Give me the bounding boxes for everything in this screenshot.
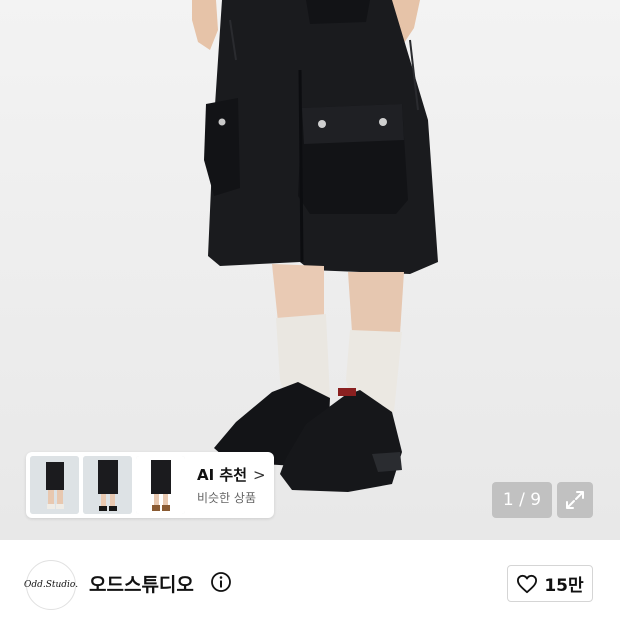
product-image-gallery[interactable]: AI 추천 > 비슷한 상품 1 / 9 [0, 0, 620, 540]
ai-recommend-title-row[interactable]: AI 추천 > [197, 464, 266, 485]
ai-recommend-subtitle: 비슷한 상품 [197, 491, 257, 505]
thumbnail-3[interactable] [136, 456, 185, 514]
like-button[interactable]: 15만 [507, 565, 593, 602]
expand-button[interactable] [557, 482, 593, 518]
ai-recommend-title: AI 추천 [197, 466, 248, 484]
chevron-right-icon: > [253, 465, 266, 484]
brand-logo[interactable]: Odd.Studio. [23, 560, 79, 610]
brand-bar: Odd.Studio. 오드스튜디오 15만 [0, 540, 620, 620]
like-count: 15만 [544, 576, 584, 596]
heart-outline-icon [517, 574, 538, 593]
thumbnail-2[interactable] [83, 456, 132, 514]
image-counter: 1 / 9 [492, 482, 552, 518]
expand-icon [566, 491, 584, 509]
brand-name[interactable]: 오드스튜디오 [89, 570, 194, 597]
info-icon[interactable] [210, 571, 232, 593]
thumbnail-1[interactable] [30, 456, 79, 514]
ai-recommendation-card[interactable]: AI 추천 > 비슷한 상품 [26, 452, 274, 518]
ai-recommend-text[interactable]: AI 추천 > 비슷한 상품 [197, 464, 266, 506]
brand-logo-text: Odd.Studio. [23, 580, 79, 590]
